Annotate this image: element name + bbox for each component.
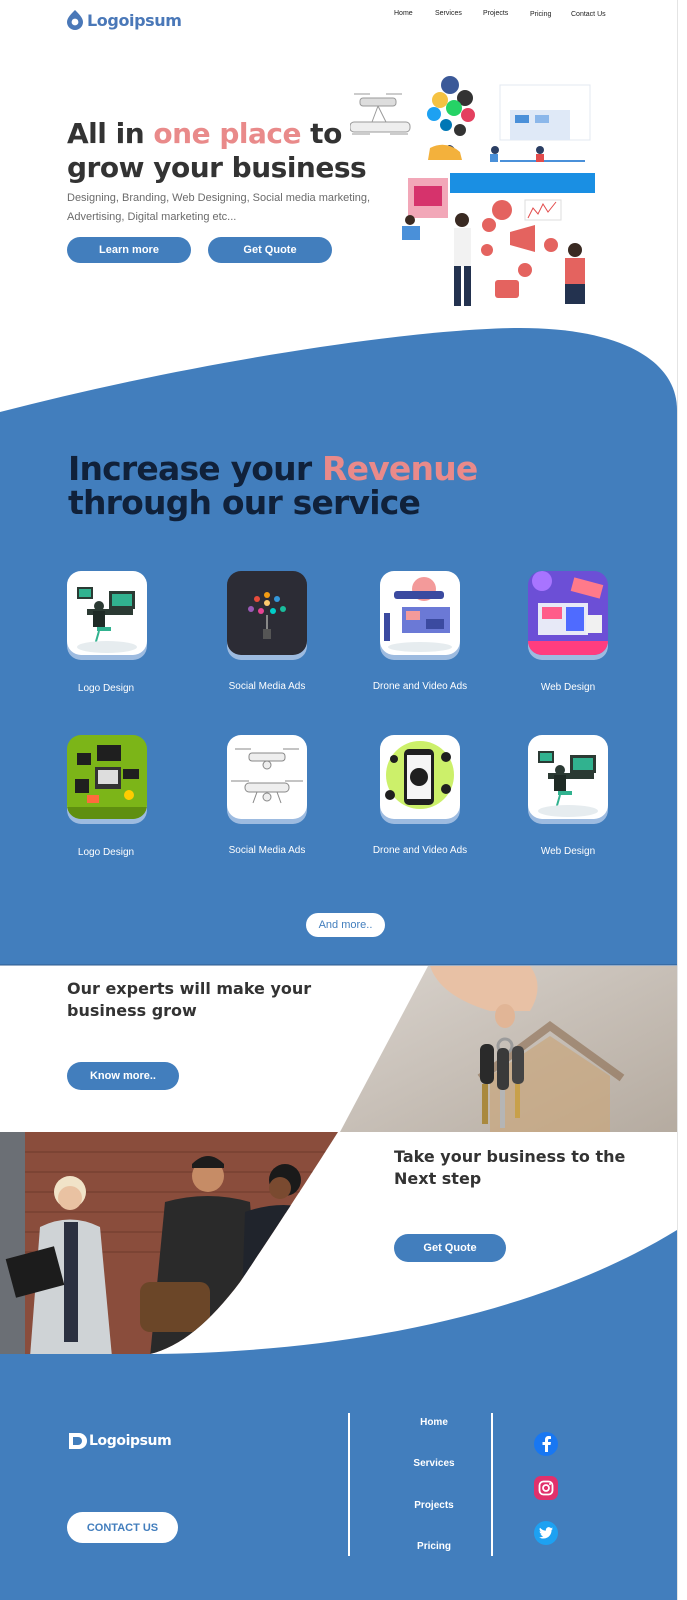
know-more-button[interactable]: Know more.. <box>67 1062 179 1090</box>
hero-title-part1: All in <box>67 117 154 150</box>
service-card[interactable] <box>67 735 147 825</box>
footer-brand-name: Logoipsum <box>89 1433 172 1449</box>
service-card[interactable] <box>227 571 307 661</box>
web-design-image <box>528 571 608 655</box>
service-card[interactable] <box>380 735 460 825</box>
service-label: Logo Design <box>77 847 135 858</box>
page-scrollbar[interactable] <box>677 0 687 1600</box>
service-label: Web Design <box>540 846 596 857</box>
instagram-icon[interactable] <box>534 1476 558 1500</box>
nav-services[interactable]: Services <box>435 10 462 17</box>
service-label: Social Media Ads <box>228 845 306 856</box>
drone-video-ads-image <box>380 571 460 655</box>
service-label: Drone and Video Ads <box>372 681 468 692</box>
experts-title: Our experts will make your business grow <box>67 979 312 1020</box>
next-step-title: Take your business to the Next step <box>394 1147 626 1188</box>
nav-home[interactable]: Home <box>394 10 413 17</box>
service-card[interactable] <box>227 735 307 825</box>
drone-image <box>227 735 307 819</box>
nav-contact[interactable]: Contact Us <box>571 11 606 18</box>
footer-link-home[interactable]: Home <box>384 1417 484 1428</box>
footer-link-projects[interactable]: Projects <box>384 1500 484 1511</box>
and-more-button[interactable]: And more.. <box>306 913 385 937</box>
phone-marketing-image <box>380 735 460 819</box>
web-design-image-2 <box>528 735 608 819</box>
hero-subtitle: Designing, Branding, Web Designing, Soci… <box>67 192 371 223</box>
next-step-get-quote-button[interactable]: Get Quote <box>394 1234 506 1262</box>
service-card[interactable] <box>380 571 460 661</box>
service-card[interactable] <box>67 571 147 661</box>
brand-logo[interactable]: Logoipsum <box>67 10 182 30</box>
hero-illustration <box>350 76 595 306</box>
footer-divider-left <box>348 1413 350 1556</box>
contact-us-button[interactable]: CONTACT US <box>67 1512 178 1543</box>
service-card[interactable] <box>528 571 608 661</box>
footer-link-services[interactable]: Services <box>384 1458 484 1469</box>
learn-more-button[interactable]: Learn more <box>67 237 191 263</box>
footer-divider-right <box>491 1413 493 1556</box>
service-label: Logo Design <box>77 683 135 694</box>
social-media-ads-image <box>227 571 307 655</box>
logo-design-image <box>67 571 147 655</box>
nav-pricing[interactable]: Pricing <box>530 11 551 18</box>
facebook-icon[interactable] <box>534 1432 558 1456</box>
footer-link-pricing[interactable]: Pricing <box>384 1541 484 1552</box>
service-label: Drone and Video Ads <box>372 845 468 856</box>
graphic-design-image <box>67 735 147 819</box>
nav-projects[interactable]: Projects <box>483 10 508 17</box>
hero-get-quote-button[interactable]: Get Quote <box>208 237 332 263</box>
service-label: Web Design <box>540 682 596 693</box>
footer-logo[interactable]: Logoipsum <box>67 1432 172 1450</box>
services-title-part2: through our service <box>68 483 421 522</box>
service-label: Social Media Ads <box>228 681 306 692</box>
logo-icon <box>67 10 83 30</box>
hero-title-highlight: one place <box>153 117 301 150</box>
services-title: Increase your Revenue through our service <box>68 452 538 520</box>
twitter-icon[interactable] <box>534 1521 558 1545</box>
footer-logo-icon <box>69 1433 87 1449</box>
brand-name: Logoipsum <box>87 10 182 30</box>
keys-photo <box>340 966 677 1132</box>
service-card[interactable] <box>528 735 608 825</box>
